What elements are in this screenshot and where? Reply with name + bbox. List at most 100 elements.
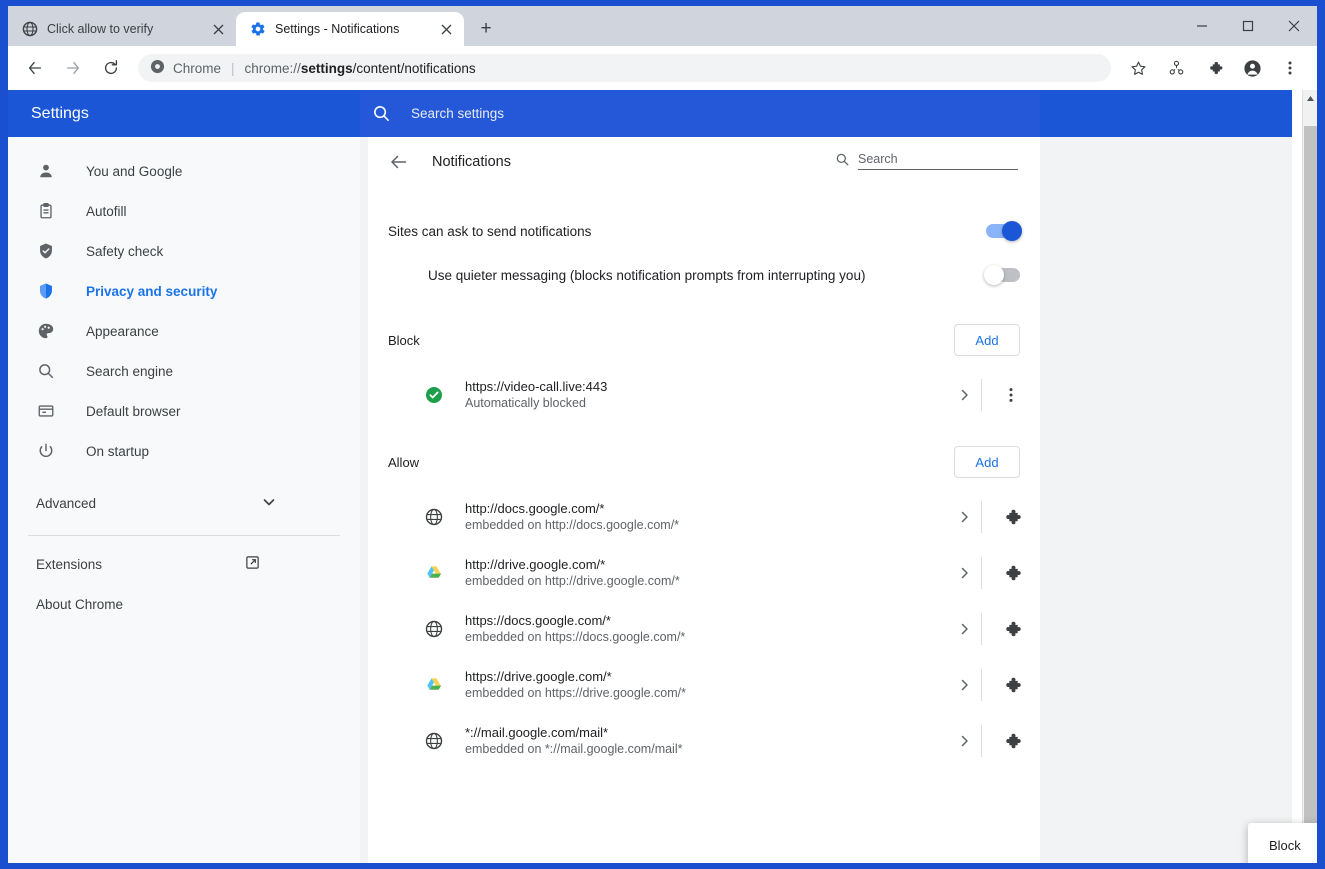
notifications-search-placeholder: Search xyxy=(858,152,1018,170)
toggle-sites-can-ask[interactable] xyxy=(986,221,1022,241)
sidebar-item-label: On startup xyxy=(86,443,150,459)
three-dot-menu-icon[interactable] xyxy=(1274,52,1306,84)
sidebar-divider xyxy=(28,535,340,536)
pref-label: Sites can ask to send notifications xyxy=(388,223,592,239)
sidebar-item-you-and-google[interactable]: You and Google xyxy=(8,151,360,191)
drive-icon xyxy=(425,564,443,582)
search-icon xyxy=(372,104,391,123)
external-link-icon xyxy=(245,555,260,573)
shield-check-icon xyxy=(36,241,56,261)
site-url: http://docs.google.com/* xyxy=(465,501,605,516)
address-bar[interactable]: Chrome | chrome://settings/content/notif… xyxy=(138,54,1111,82)
allow-site-row[interactable]: http://docs.google.com/* embedded on http… xyxy=(368,489,1040,545)
puzzle-icon[interactable] xyxy=(982,620,1040,639)
chevron-right-icon[interactable] xyxy=(947,511,981,523)
pref-label: Use quieter messaging (blocks notificati… xyxy=(428,267,866,283)
sidebar-item-about-chrome[interactable]: About Chrome xyxy=(8,584,360,624)
site-subtext: embedded on http://drive.google.com/* xyxy=(465,574,680,588)
settings-content: Notifications Search Sites can ask to se… xyxy=(360,137,1317,863)
settings-header: Settings Search settings xyxy=(8,90,1292,137)
site-subtext: embedded on *://mail.google.com/mail* xyxy=(465,742,683,756)
block-add-button[interactable]: Add xyxy=(954,324,1020,356)
puzzle-icon[interactable] xyxy=(1198,52,1230,84)
back-arrow-icon[interactable] xyxy=(388,151,410,173)
allow-section-header: Allow Add xyxy=(368,435,1040,489)
chevron-right-icon[interactable] xyxy=(947,389,981,401)
three-dot-menu-icon[interactable] xyxy=(982,387,1040,403)
sidebar-item-label: Appearance xyxy=(86,323,159,339)
sidebar-item-search-engine[interactable]: Search engine xyxy=(8,351,360,391)
chrome-page-icon xyxy=(150,59,165,77)
notifications-subheader: Notifications Search xyxy=(368,137,1040,187)
sidebar-item-advanced[interactable]: Advanced xyxy=(8,479,360,527)
chevron-right-icon[interactable] xyxy=(947,679,981,691)
tab-settings-notifications[interactable]: Settings - Notifications xyxy=(236,12,464,46)
notifications-card: Notifications Search Sites can ask to se… xyxy=(368,137,1040,863)
site-subtext: embedded on https://docs.google.com/* xyxy=(465,630,686,644)
menu-item-edit[interactable]: Edit xyxy=(1248,861,1317,863)
extensions-label: Extensions xyxy=(36,556,103,572)
sidebar-item-label: Default browser xyxy=(86,403,181,419)
person-icon xyxy=(36,161,56,181)
close-icon[interactable] xyxy=(210,21,226,37)
site-subtext: embedded on https://drive.google.com/* xyxy=(465,686,686,700)
globe-icon xyxy=(425,732,443,750)
page-scrollbar[interactable] xyxy=(1302,90,1317,863)
profile-avatar-icon[interactable] xyxy=(1236,52,1268,84)
sidebar-item-safety-check[interactable]: Safety check xyxy=(8,231,360,271)
globe-icon xyxy=(425,508,443,526)
scrollbar-thumb[interactable] xyxy=(1304,126,1317,826)
sidebar-item-default-browser[interactable]: Default browser xyxy=(8,391,360,431)
sidebar-item-extensions[interactable]: Extensions xyxy=(8,544,360,584)
toggle-knob xyxy=(1002,221,1022,241)
block-site-row[interactable]: https://video-call.live:443 Automaticall… xyxy=(368,367,1040,423)
chevron-right-icon[interactable] xyxy=(947,623,981,635)
back-icon[interactable] xyxy=(19,52,51,84)
sidebar-item-autofill[interactable]: Autofill xyxy=(8,191,360,231)
block-section-header: Block Add xyxy=(368,313,1040,367)
sidebar-item-privacy-and-security[interactable]: Privacy and security xyxy=(8,271,360,311)
maximize-button[interactable] xyxy=(1225,10,1271,42)
allow-site-row[interactable]: http://drive.google.com/* embedded on htt… xyxy=(368,545,1040,601)
minimize-button[interactable] xyxy=(1179,10,1225,42)
advanced-label: Advanced xyxy=(36,495,97,511)
block-section-title: Block xyxy=(388,332,420,348)
allow-site-row[interactable]: https://drive.google.com/* embedded on ht… xyxy=(368,657,1040,713)
puzzle-icon[interactable] xyxy=(982,564,1040,583)
forward-icon[interactable] xyxy=(57,52,89,84)
toggle-quieter-messaging[interactable] xyxy=(984,265,1020,285)
site-url: https://docs.google.com/* xyxy=(465,613,611,628)
allow-site-row[interactable]: https://docs.google.com/* embedded on htt… xyxy=(368,601,1040,657)
new-tab-button[interactable]: + xyxy=(472,15,500,43)
shield-icon xyxy=(36,281,56,301)
reload-icon[interactable] xyxy=(95,52,127,84)
notifications-title: Notifications xyxy=(432,154,511,170)
menu-item-block[interactable]: Block xyxy=(1248,829,1317,861)
palette-icon xyxy=(36,321,56,341)
puzzle-icon[interactable] xyxy=(982,508,1040,527)
puzzle-icon[interactable] xyxy=(982,676,1040,695)
search-icon xyxy=(835,152,850,170)
extension-icon[interactable] xyxy=(1160,52,1192,84)
pref-quieter-messaging[interactable]: Use quieter messaging (blocks notificati… xyxy=(368,253,1040,297)
close-icon[interactable] xyxy=(438,21,454,37)
sidebar-item-on-startup[interactable]: On startup xyxy=(8,431,360,471)
close-window-button[interactable] xyxy=(1271,10,1317,42)
allow-site-row[interactable]: *://mail.google.com/mail* embedded on *:/… xyxy=(368,713,1040,769)
site-url: *://mail.google.com/mail* xyxy=(465,725,609,740)
pref-sites-can-ask[interactable]: Sites can ask to send notifications xyxy=(368,209,1040,253)
puzzle-icon[interactable] xyxy=(982,732,1040,751)
tab-click-allow-to-verify[interactable]: Click allow to verify xyxy=(8,12,236,46)
search-settings-input[interactable]: Search settings xyxy=(360,90,1040,137)
scroll-up-arrow-icon[interactable] xyxy=(1303,90,1317,106)
site-info: https://drive.google.com/* embedded on ht… xyxy=(465,668,947,702)
search-settings-placeholder: Search settings xyxy=(411,106,505,121)
chevron-right-icon[interactable] xyxy=(947,735,981,747)
sidebar-item-appearance[interactable]: Appearance xyxy=(8,311,360,351)
browser-window-icon xyxy=(36,401,56,421)
allow-add-button[interactable]: Add xyxy=(954,446,1020,478)
notifications-search[interactable]: Search xyxy=(835,152,1018,172)
chevron-right-icon[interactable] xyxy=(947,567,981,579)
bookmark-star-icon[interactable] xyxy=(1122,52,1154,84)
sidebar-item-label: Privacy and security xyxy=(86,283,218,299)
